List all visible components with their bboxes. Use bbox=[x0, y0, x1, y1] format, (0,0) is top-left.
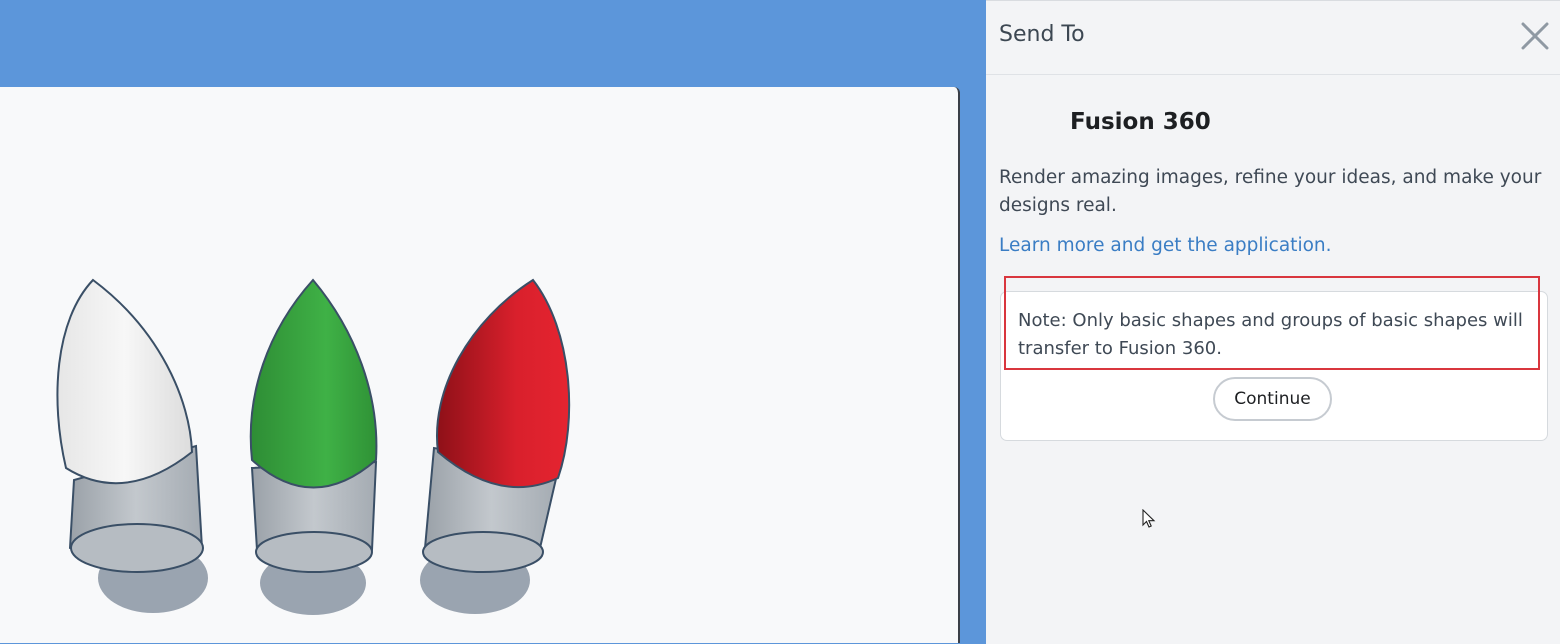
note-highlight-box bbox=[1004, 276, 1540, 370]
top-bar bbox=[0, 0, 986, 87]
3d-viewport[interactable] bbox=[0, 87, 960, 643]
send-to-panel: Send To Fusion 360 Render amazing images… bbox=[986, 0, 1560, 644]
scene-canvas bbox=[56, 278, 571, 615]
app-description: Render amazing images, refine your ideas… bbox=[999, 167, 1542, 216]
mouse-cursor-icon bbox=[1142, 508, 1156, 533]
app-name: Fusion 360 bbox=[1070, 109, 1211, 135]
panel-title: Send To bbox=[999, 22, 1085, 47]
red-bulb[interactable] bbox=[420, 278, 571, 614]
continue-button[interactable]: Continue bbox=[1213, 377, 1332, 421]
green-bulb[interactable] bbox=[249, 278, 378, 615]
close-icon[interactable] bbox=[1518, 19, 1552, 53]
white-bulb[interactable] bbox=[56, 278, 208, 613]
learn-more-link[interactable]: Learn more and get the application. bbox=[999, 235, 1332, 256]
panel-header: Send To bbox=[986, 1, 1560, 75]
